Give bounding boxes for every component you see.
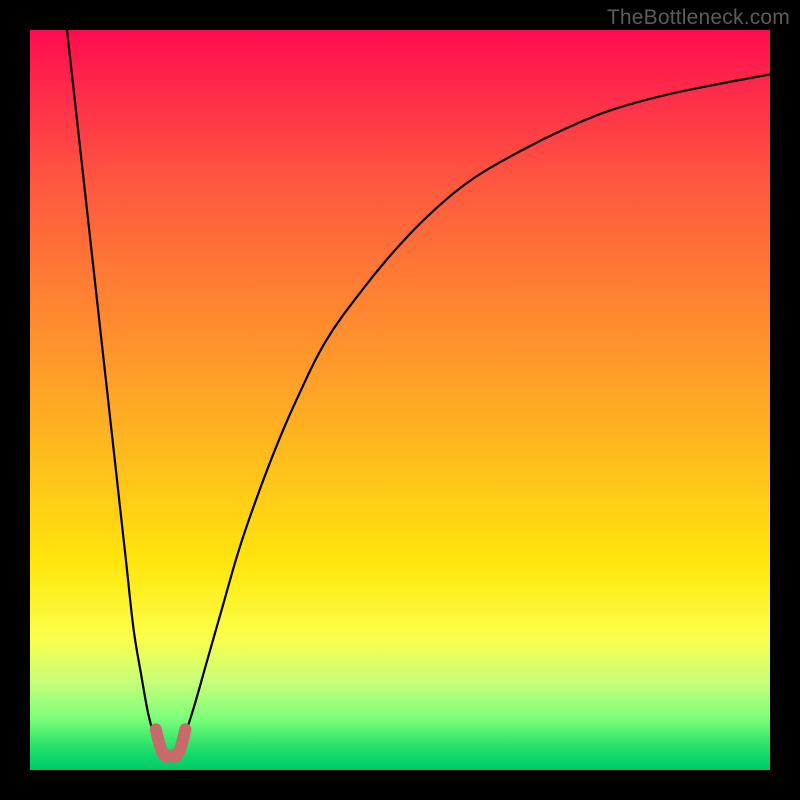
- right-branch-curve: [178, 74, 770, 755]
- left-branch-curve: [67, 30, 163, 755]
- watermark-text: TheBottleneck.com: [607, 6, 790, 30]
- chart-frame: TheBottleneck.com: [0, 0, 800, 800]
- valley-marker-curve: [156, 729, 186, 756]
- curve-layer: [30, 30, 770, 770]
- plot-area: [30, 30, 770, 770]
